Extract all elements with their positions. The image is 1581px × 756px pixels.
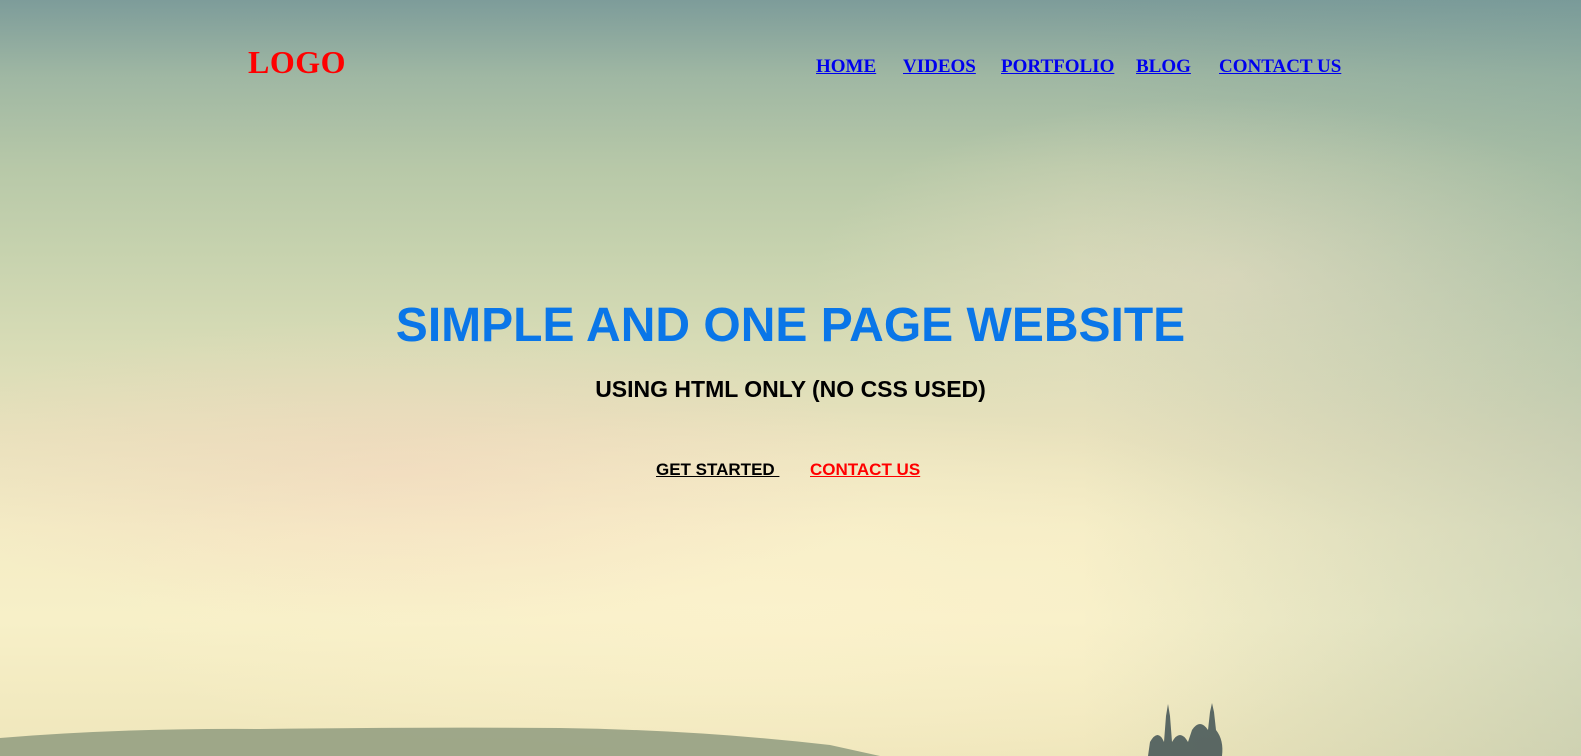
hero-subheadline: USING HTML ONLY (NO CSS USED) bbox=[595, 376, 986, 402]
nav-link-blog[interactable]: BLOG bbox=[1136, 56, 1191, 78]
get-started-link[interactable]: GET STARTED bbox=[656, 460, 779, 480]
hero-headline: SIMPLE AND ONE PAGE WEBSITE bbox=[395, 299, 1186, 352]
site-logo[interactable]: LOGO bbox=[248, 44, 346, 81]
contact-us-link[interactable]: CONTACT US bbox=[810, 460, 920, 480]
nav-link-contact-us[interactable]: CONTACT US bbox=[1219, 56, 1341, 78]
nav-link-home[interactable]: HOME bbox=[816, 56, 876, 78]
nav-link-portfolio[interactable]: PORTFOLIO bbox=[1001, 56, 1114, 78]
hill-ridge bbox=[0, 727, 880, 756]
nav-link-videos[interactable]: VIDEOS bbox=[903, 56, 976, 78]
church-towers bbox=[1148, 703, 1223, 756]
